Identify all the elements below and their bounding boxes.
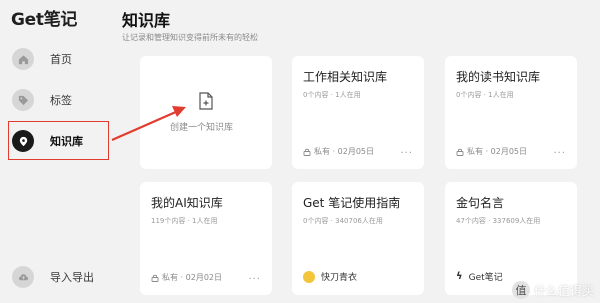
card-stats: 47个内容 · 337609人在用 [456,217,541,225]
page-subtitle: 让记录和管理知识变得前所未有的轻松 [122,33,258,42]
visibility-label: 私有 [314,147,330,156]
create-knowledge-base-card[interactable]: 创建一个知识库 [140,56,272,169]
knowledge-base-card[interactable]: 金句名言 47个内容 · 337609人在用 ϟ Get笔记 [445,182,577,295]
knowledge-base-card[interactable]: 我的AI知识库 119个内容 · 1人在用 私有 · 02月02日 ··· [140,182,272,295]
card-title: 我的读书知识库 [456,70,541,84]
visibility-label: 私有 [467,147,483,156]
card-stats: 0个内容 · 1人在用 [456,91,514,99]
card-title: 工作相关知识库 [303,70,388,84]
sidebar-item-tags[interactable]: 标签 [12,86,72,114]
card-title: 金句名言 [456,196,505,210]
create-knowledge-base-label: 创建一个知识库 [170,123,234,133]
lock-icon [151,274,159,282]
watermark-badge: 值 [511,281,530,299]
highlight-frame [8,121,109,160]
knowledge-base-card[interactable]: 工作相关知识库 0个内容 · 1人在用 私有 · 02月05日 ··· [292,56,424,169]
cloud-upload-icon [12,266,34,288]
visibility-label: 私有 [162,273,178,282]
more-button[interactable]: ··· [248,274,261,285]
new-file-icon [199,92,213,110]
lock-icon [303,148,311,156]
card-title: Get 笔记使用指南 [303,196,401,210]
knowledge-base-card[interactable]: 我的读书知识库 0个内容 · 1人在用 私有 · 02月05日 ··· [445,56,577,169]
sidebar-item-label: 导入导出 [50,271,94,284]
sidebar-item-home[interactable]: 首页 [12,45,72,73]
sidebar-item-import-export[interactable]: 导入导出 [12,263,94,291]
author-name: Get笔记 [468,273,503,283]
card-stats: 0个内容 · 340706人在用 [303,217,383,225]
knowledge-base-card[interactable]: Get 笔记使用指南 0个内容 · 340706人在用 快刀青衣 [292,182,424,295]
card-footer: 私有 · 02月05日 [456,146,527,157]
more-button[interactable]: ··· [553,148,566,159]
watermark-text: 什么值得买 [533,283,594,298]
card-author: 快刀青衣 [303,270,357,283]
watermark: 值 什么值得买 [511,281,594,299]
date-label: 02月05日 [337,147,374,156]
more-button[interactable]: ··· [400,148,413,159]
app-logo: Get笔记 [11,10,78,30]
card-footer: 私有 · 02月02日 [151,272,222,283]
date-label: 02月02日 [185,273,222,282]
home-icon [12,48,34,70]
card-footer: 私有 · 02月05日 [303,146,374,157]
tag-icon [12,89,34,111]
card-stats: 0个内容 · 1人在用 [303,91,361,99]
lock-icon [456,148,464,156]
brand-logo-icon: ϟ [456,271,463,282]
card-stats: 119个内容 · 1人在用 [151,217,218,225]
author-name: 快刀青衣 [321,273,358,283]
sidebar-item-label: 标签 [50,94,72,107]
date-label: 02月05日 [490,147,527,156]
page-title: 知识库 [122,11,171,30]
avatar [303,270,315,283]
card-title: 我的AI知识库 [151,196,223,210]
card-author: ϟ Get笔记 [456,270,503,283]
sidebar-item-label: 首页 [50,53,72,66]
